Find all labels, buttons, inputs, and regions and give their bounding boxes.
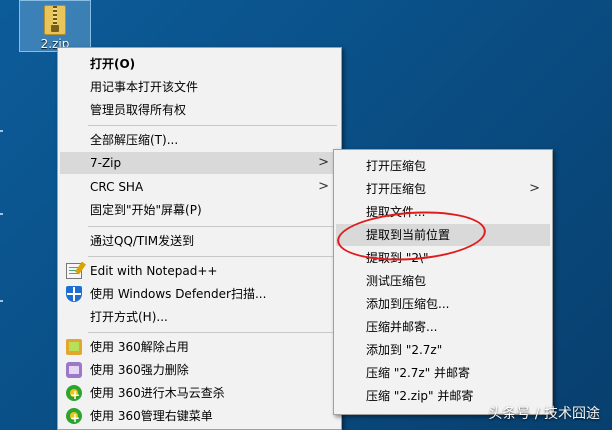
desktop-file-2zip[interactable]: 2.zip <box>19 0 91 52</box>
chevron-right-icon: > <box>318 179 329 194</box>
zip-file-icon <box>44 5 66 35</box>
menu-item-open[interactable]: 打开(O) <box>60 53 339 75</box>
menu-item-open-with-notepad[interactable]: 用记事本打开该文件 <box>60 76 339 98</box>
submenu-item-compress-and-email[interactable]: 压缩并邮寄... <box>336 316 550 338</box>
trojan-scan-icon <box>66 384 82 406</box>
submenu-item-open-archive[interactable]: 打开压缩包 <box>336 155 550 177</box>
menu-item-360-manage-menu[interactable]: 使用 360管理右键菜单 <box>60 405 339 429</box>
submenu-item-add-to-archive[interactable]: 添加到压缩包... <box>336 293 550 315</box>
desktop-edge-mark <box>0 300 3 302</box>
erase-icon <box>66 362 82 378</box>
chevron-right-icon: > <box>529 181 540 196</box>
unlock-icon <box>66 339 82 355</box>
context-menu: 打开(O) 用记事本打开该文件 管理员取得所有权 全部解压缩(T)... 7-Z… <box>57 47 342 430</box>
chevron-right-icon: > <box>318 155 329 170</box>
submenu-7zip: 打开压缩包 打开压缩包 > 提取文件... 提取到当前位置 提取到 "2\" 测… <box>333 149 553 415</box>
menu-item-pin-to-start[interactable]: 固定到"开始"屏幕(P) <box>60 199 339 221</box>
menu-item-360-force-delete[interactable]: 使用 360强力删除 <box>60 359 339 381</box>
menu-item-extract-all[interactable]: 全部解压缩(T)... <box>60 129 339 151</box>
submenu-item-compress-7z-email[interactable]: 压缩 "2.7z" 并邮寄 <box>336 362 550 384</box>
menu-separator <box>88 226 337 227</box>
menu-separator <box>88 332 337 333</box>
desktop-edge-mark <box>0 130 3 132</box>
submenu-item-add-to-7z[interactable]: 添加到 "2.7z" <box>336 339 550 361</box>
menu-item-defender-scan[interactable]: 使用 Windows Defender扫描... <box>60 283 339 305</box>
menu-item-crc-sha[interactable]: CRC SHA > <box>60 176 339 198</box>
menu-item-send-via-qq[interactable]: 通过QQ/TIM发送到 <box>60 230 339 252</box>
watermark: 头条号 / 技术囧途 <box>488 406 600 422</box>
menu-item-360-unlock[interactable]: 使用 360解除占用 <box>60 336 339 358</box>
notepad-icon <box>66 263 82 279</box>
menu-item-360-trojan-scan[interactable]: 使用 360进行木马云查杀 <box>60 382 339 406</box>
desktop-edge-mark <box>0 213 3 215</box>
submenu-item-open-archive-more[interactable]: 打开压缩包 > <box>336 178 550 200</box>
menu-separator <box>88 125 337 126</box>
menu-separator <box>88 256 337 257</box>
menu-item-open-with[interactable]: 打开方式(H)... <box>60 306 339 328</box>
menu-manage-icon <box>66 407 82 429</box>
shield-icon <box>66 286 82 302</box>
menu-item-edit-notepadpp[interactable]: Edit with Notepad++ <box>60 260 339 282</box>
submenu-item-test-archive[interactable]: 测试压缩包 <box>336 270 550 292</box>
menu-item-take-ownership[interactable]: 管理员取得所有权 <box>60 99 339 121</box>
menu-item-7zip[interactable]: 7-Zip > <box>60 152 339 174</box>
